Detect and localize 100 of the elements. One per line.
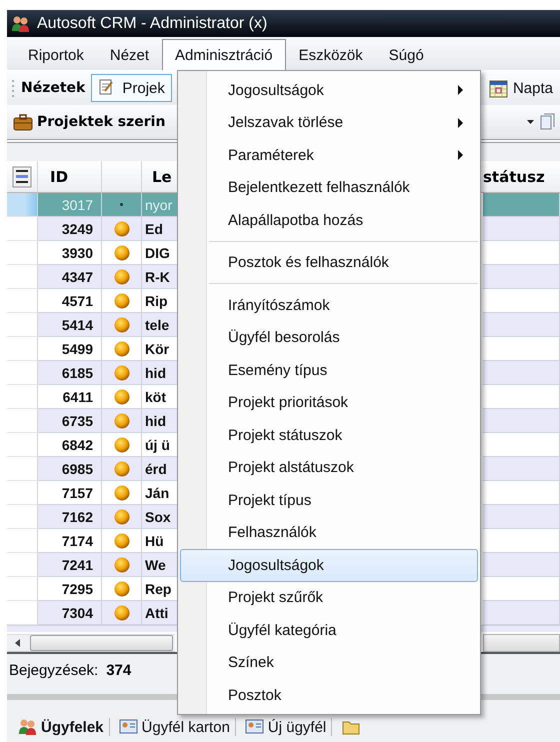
status-ball-icon <box>114 316 130 332</box>
table-cell: We <box>142 553 177 577</box>
table-cell: Atti <box>142 601 177 625</box>
menu-item[interactable]: Eszközök <box>286 39 376 70</box>
nav-button[interactable]: Ügyfelek <box>13 718 110 736</box>
status-ball-icon <box>114 340 130 356</box>
menu-item[interactable]: Projekt prioritások <box>180 386 478 419</box>
row-selector[interactable] <box>7 361 38 385</box>
row-selector[interactable] <box>7 385 38 409</box>
menu-item[interactable]: Ügyfél besorolás <box>180 322 478 354</box>
menu-item[interactable]: Posztok <box>180 679 478 712</box>
menu-item[interactable]: Jelszavak törlése <box>180 106 478 139</box>
status-ball-icon <box>114 556 130 572</box>
row-selector[interactable] <box>7 577 38 601</box>
table-cell: 4347 <box>38 265 102 289</box>
table-cell: 6185 <box>38 361 102 385</box>
record-count: 374 <box>106 662 132 678</box>
menu-item[interactable]: Jogosultságok <box>180 549 478 582</box>
status-label: Bejegyzések: <box>9 662 98 678</box>
row-selector[interactable] <box>7 289 38 313</box>
table-cell: hid <box>142 361 177 385</box>
row-selector[interactable] <box>7 481 38 505</box>
briefcase-icon <box>13 113 33 131</box>
row-selector[interactable] <box>7 529 38 553</box>
menu-item[interactable]: Paraméterek <box>180 139 478 172</box>
status-ball-icon <box>114 508 130 524</box>
table-cell: R-K <box>142 265 177 289</box>
table-cell: érd <box>142 457 177 481</box>
menu-item[interactable]: Színek <box>180 646 478 679</box>
status-ball-icon <box>114 436 130 452</box>
menu-item[interactable]: Projekt típus <box>180 484 478 516</box>
menu-item[interactable]: Alapállapotba hozás <box>180 204 478 236</box>
view-title: Projektek szerin <box>37 114 166 130</box>
column-header[interactable]: Le <box>142 161 177 192</box>
menu-item[interactable]: Projekt státuszok <box>180 419 478 452</box>
row-selector[interactable] <box>7 433 38 457</box>
calendar-icon <box>488 78 508 98</box>
menu-item[interactable]: Súgó <box>376 39 437 70</box>
table-cell: 7162 <box>38 505 102 529</box>
menu-item[interactable]: Esemény típus <box>180 354 478 386</box>
status-ball-icon <box>114 484 130 500</box>
toolbar-button[interactable]: Napta <box>482 74 560 102</box>
table-cell: 6985 <box>38 457 102 481</box>
menu-item[interactable]: Bejelentkezett felhasználók <box>180 172 478 204</box>
menu-item[interactable]: Projekt alstátuszok <box>180 452 478 484</box>
menu-item[interactable]: Nézet <box>96 39 162 70</box>
row-selector[interactable] <box>7 217 38 241</box>
menu-item[interactable]: Felhasználók <box>180 516 478 549</box>
row-selector[interactable] <box>7 241 38 265</box>
menu-item[interactable]: Projekt szűrők <box>180 582 478 614</box>
nav-button[interactable]: Ügyfél karton <box>114 718 236 736</box>
contact-card-icon <box>118 718 138 736</box>
contact-card-icon <box>244 718 264 736</box>
status-dot-icon <box>120 203 123 206</box>
row-selector[interactable] <box>7 313 38 337</box>
caret-icon[interactable] <box>527 120 534 124</box>
status-ball-icon <box>114 580 130 596</box>
toolbar-label: Nézetek <box>21 80 86 96</box>
status-ball-icon <box>114 388 130 404</box>
row-selector[interactable] <box>7 409 38 433</box>
menu-item[interactable]: Ügyfél kategória <box>180 614 478 646</box>
status-ball-icon <box>114 412 130 428</box>
folder-icon[interactable] <box>342 719 360 735</box>
window-title: Autosoft CRM - Administrator (x) <box>37 14 268 32</box>
menu-item[interactable]: Jogosultságok <box>180 74 478 106</box>
status-ball-icon <box>114 268 130 284</box>
menu-item[interactable]: Adminisztráció <box>162 39 286 70</box>
status-ball-icon <box>114 244 130 260</box>
column-header[interactable]: státusz <box>483 161 560 192</box>
toolbar-button[interactable]: Projek <box>91 74 172 102</box>
table-cell: 3017 <box>38 193 102 217</box>
row-selector[interactable] <box>7 193 38 217</box>
row-selector[interactable] <box>7 337 38 361</box>
table-cell: Ed <box>142 217 177 241</box>
row-selector[interactable] <box>7 457 38 481</box>
table-cell: 5414 <box>38 313 102 337</box>
table-cell: nyor <box>142 193 177 217</box>
row-selector[interactable] <box>7 553 38 577</box>
column-chooser-icon[interactable] <box>12 166 32 188</box>
people-icon <box>11 14 29 32</box>
row-selector[interactable] <box>7 265 38 289</box>
horizontal-scrollbar[interactable] <box>7 634 175 652</box>
scrollbar-thumb[interactable] <box>30 635 173 651</box>
status-ball-icon <box>114 292 130 308</box>
table-cell: hid <box>142 409 177 433</box>
grip-icon[interactable] <box>11 80 15 96</box>
menu-item[interactable]: Riportok <box>15 39 97 70</box>
menu-item[interactable]: Irányítószámok <box>180 289 478 322</box>
column-header[interactable]: ID <box>38 161 102 192</box>
table-cell: Sox <box>142 505 177 529</box>
table-cell: 7241 <box>38 553 102 577</box>
scrollbar-thumb[interactable] <box>483 634 560 652</box>
menu-item[interactable]: Posztok és felhasználók <box>180 246 478 279</box>
scroll-left-icon[interactable] <box>15 639 20 647</box>
row-selector[interactable] <box>7 601 38 625</box>
status-ball-icon <box>114 532 130 548</box>
status-ball-icon <box>114 604 130 620</box>
people-icon <box>18 718 37 736</box>
row-selector[interactable] <box>7 505 38 529</box>
nav-button[interactable]: Új ügyfél <box>240 718 332 736</box>
